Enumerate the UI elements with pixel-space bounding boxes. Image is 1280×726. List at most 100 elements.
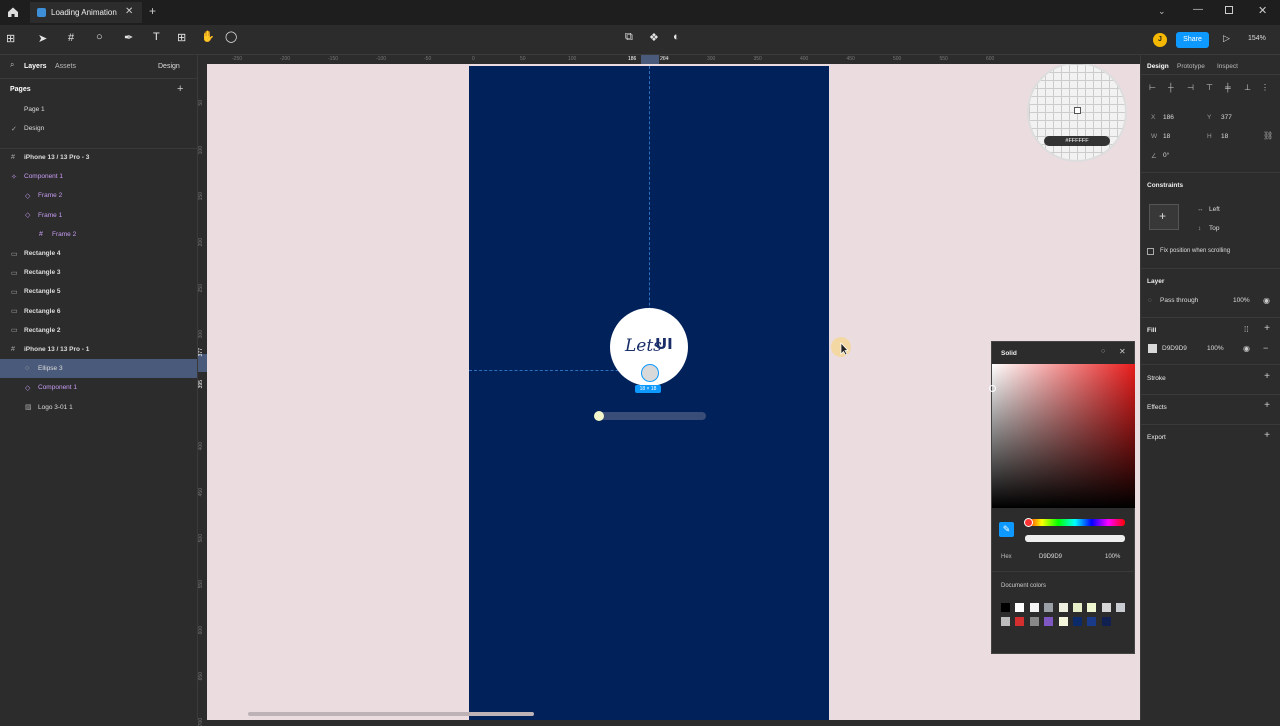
add-stroke-icon[interactable]: + [1264, 371, 1270, 382]
document-color-swatch[interactable] [1073, 617, 1082, 626]
layer-row[interactable]: ▭ Rectangle 6 [0, 302, 197, 321]
document-color-swatch[interactable] [1029, 603, 1039, 612]
eye-icon[interactable]: ◉ [1263, 296, 1270, 305]
hue-slider[interactable] [1025, 519, 1125, 526]
layer-row[interactable]: ▭ Rectangle 3 [0, 263, 197, 282]
pen-tool-icon[interactable]: ✒ [124, 31, 133, 44]
document-color-swatch[interactable] [1044, 603, 1054, 612]
horizontal-scrollbar[interactable] [248, 712, 534, 716]
y-input[interactable]: 377 [1221, 114, 1232, 121]
canvas[interactable]: Lets UI 18 × 18 #FFFFFF Solid ○ ✕ ✎ Hex … [198, 55, 1140, 720]
fill-eye-icon[interactable]: ◉ [1243, 344, 1250, 353]
fill-hex-input[interactable]: D9D9D9 [1162, 345, 1187, 352]
minimize-icon[interactable]: — [1193, 4, 1203, 15]
rotation-input[interactable]: 0° [1163, 152, 1169, 159]
add-effect-icon[interactable]: + [1264, 400, 1270, 411]
remove-fill-icon[interactable]: − [1263, 343, 1268, 353]
color-picker-panel[interactable]: Solid ○ ✕ ✎ Hex D9D9D9 100% Document col… [989, 341, 1135, 654]
document-color-swatch[interactable] [1001, 617, 1010, 626]
ellipse-tool-icon[interactable]: ○ [96, 31, 103, 43]
new-tab-button[interactable]: + [149, 4, 156, 18]
layer-opacity-input[interactable]: 100% [1233, 297, 1250, 304]
w-input[interactable]: 18 [1163, 133, 1170, 140]
close-picker-icon[interactable]: ✕ [1119, 347, 1126, 356]
chevron-down-icon[interactable]: ⌄ [1158, 6, 1166, 17]
align-left-icon[interactable]: ⊢ [1149, 83, 1156, 92]
blend-mode-select[interactable]: Pass through [1160, 297, 1198, 304]
hex-input[interactable]: D9D9D9 [1039, 554, 1062, 560]
document-color-swatch[interactable] [1087, 617, 1097, 626]
share-button[interactable]: Share [1176, 32, 1209, 48]
comment-tool-icon[interactable]: ◯ [225, 30, 237, 43]
x-input[interactable]: 186 [1163, 114, 1174, 121]
fill-styles-icon[interactable]: ⁞⁞ [1244, 325, 1248, 334]
layer-row[interactable]: ▭ Rectangle 4 [0, 244, 197, 263]
document-color-swatch[interactable] [1001, 603, 1010, 612]
main-menu-icon[interactable]: ⊞ [6, 32, 15, 45]
constraint-cross-icon[interactable]: + [1159, 209, 1166, 223]
move-tool-icon[interactable]: ➤ [38, 32, 47, 45]
distribute-icon[interactable]: ⋮ [1261, 83, 1269, 92]
layer-row[interactable]: # Frame 2 [0, 225, 197, 244]
document-color-swatch[interactable] [1058, 617, 1068, 626]
constrain-proportions-icon[interactable]: ⛓ [1263, 131, 1273, 140]
assets-tab[interactable]: Assets [55, 63, 76, 70]
maximize-icon[interactable] [1225, 6, 1233, 14]
present-icon[interactable]: ▷ [1223, 33, 1230, 44]
add-page-icon[interactable]: + [177, 83, 183, 95]
document-color-swatch[interactable] [1087, 603, 1097, 612]
align-center-v-icon[interactable]: ╪ [1225, 83, 1231, 92]
document-color-swatch[interactable] [1058, 603, 1068, 612]
layer-row[interactable]: # iPhone 13 / 13 Pro - 1 [0, 340, 197, 359]
resources-tool-icon[interactable]: ⊞ [177, 31, 186, 44]
layer-row[interactable]: ◇ Frame 1 [0, 206, 197, 225]
opacity-slider[interactable] [1025, 535, 1125, 542]
layer-row[interactable]: ✧ Component 1 [0, 167, 197, 186]
document-colors-title[interactable]: Document colors [1001, 583, 1046, 589]
text-tool-icon[interactable]: T [153, 31, 160, 43]
selected-ellipse[interactable] [641, 364, 659, 382]
h-input[interactable]: 18 [1221, 133, 1228, 140]
picker-opacity-input[interactable]: 100% [1105, 554, 1120, 560]
fill-color-swatch[interactable] [1148, 344, 1157, 353]
saturation-handle[interactable] [989, 385, 996, 392]
align-bottom-icon[interactable]: ⊥ [1244, 83, 1251, 92]
document-color-swatch[interactable] [1116, 603, 1126, 612]
avatar[interactable]: J [1153, 33, 1167, 47]
progress-dot[interactable] [594, 411, 604, 421]
hex-format-select[interactable]: Hex [1001, 554, 1012, 560]
tab-inspect[interactable]: Inspect [1217, 63, 1238, 70]
document-color-swatch[interactable] [1029, 617, 1039, 626]
page-item[interactable]: Page 1 [0, 100, 197, 119]
hand-tool-icon[interactable]: ✋ [201, 30, 215, 43]
file-tab[interactable]: Loading Animation ✕ [30, 2, 142, 23]
constraint-vertical-select[interactable]: Top [1209, 225, 1219, 232]
add-fill-icon[interactable]: + [1264, 323, 1270, 334]
fill-mode-select[interactable]: Solid [1001, 350, 1017, 357]
tab-prototype[interactable]: Prototype [1177, 63, 1205, 70]
document-color-swatch[interactable] [1044, 617, 1054, 626]
document-color-swatch[interactable] [1101, 603, 1111, 612]
style-icon[interactable]: ○ [1101, 348, 1105, 355]
fix-position-checkbox[interactable] [1147, 248, 1154, 255]
layers-tab[interactable]: Layers [24, 63, 47, 70]
document-color-swatch[interactable] [1073, 603, 1082, 612]
component-tool-icon[interactable]: ❖ [649, 31, 659, 44]
zoom-level[interactable]: 154% [1248, 35, 1266, 42]
fill-opacity-input[interactable]: 100% [1207, 345, 1224, 352]
crop-icon[interactable]: ⧉ [625, 31, 633, 44]
hue-handle[interactable] [1024, 518, 1033, 527]
add-export-icon[interactable]: + [1264, 430, 1270, 441]
document-color-swatch[interactable] [1015, 617, 1025, 626]
constraint-horizontal-select[interactable]: Left [1209, 206, 1220, 213]
align-right-icon[interactable]: ⊣ [1187, 83, 1194, 92]
align-center-h-icon[interactable]: ┼ [1168, 83, 1174, 92]
saturation-area[interactable] [992, 364, 1135, 508]
align-top-icon[interactable]: ⊤ [1206, 83, 1213, 92]
eyedropper-icon[interactable]: ✎ [999, 522, 1014, 537]
layer-row[interactable]: ◇ Component 1 [0, 378, 197, 397]
home-icon[interactable] [6, 5, 20, 19]
tab-design[interactable]: Design [1147, 63, 1169, 70]
layer-row[interactable]: ▨ Logo 3-01 1 [0, 398, 197, 417]
document-color-swatch[interactable] [1101, 617, 1111, 626]
